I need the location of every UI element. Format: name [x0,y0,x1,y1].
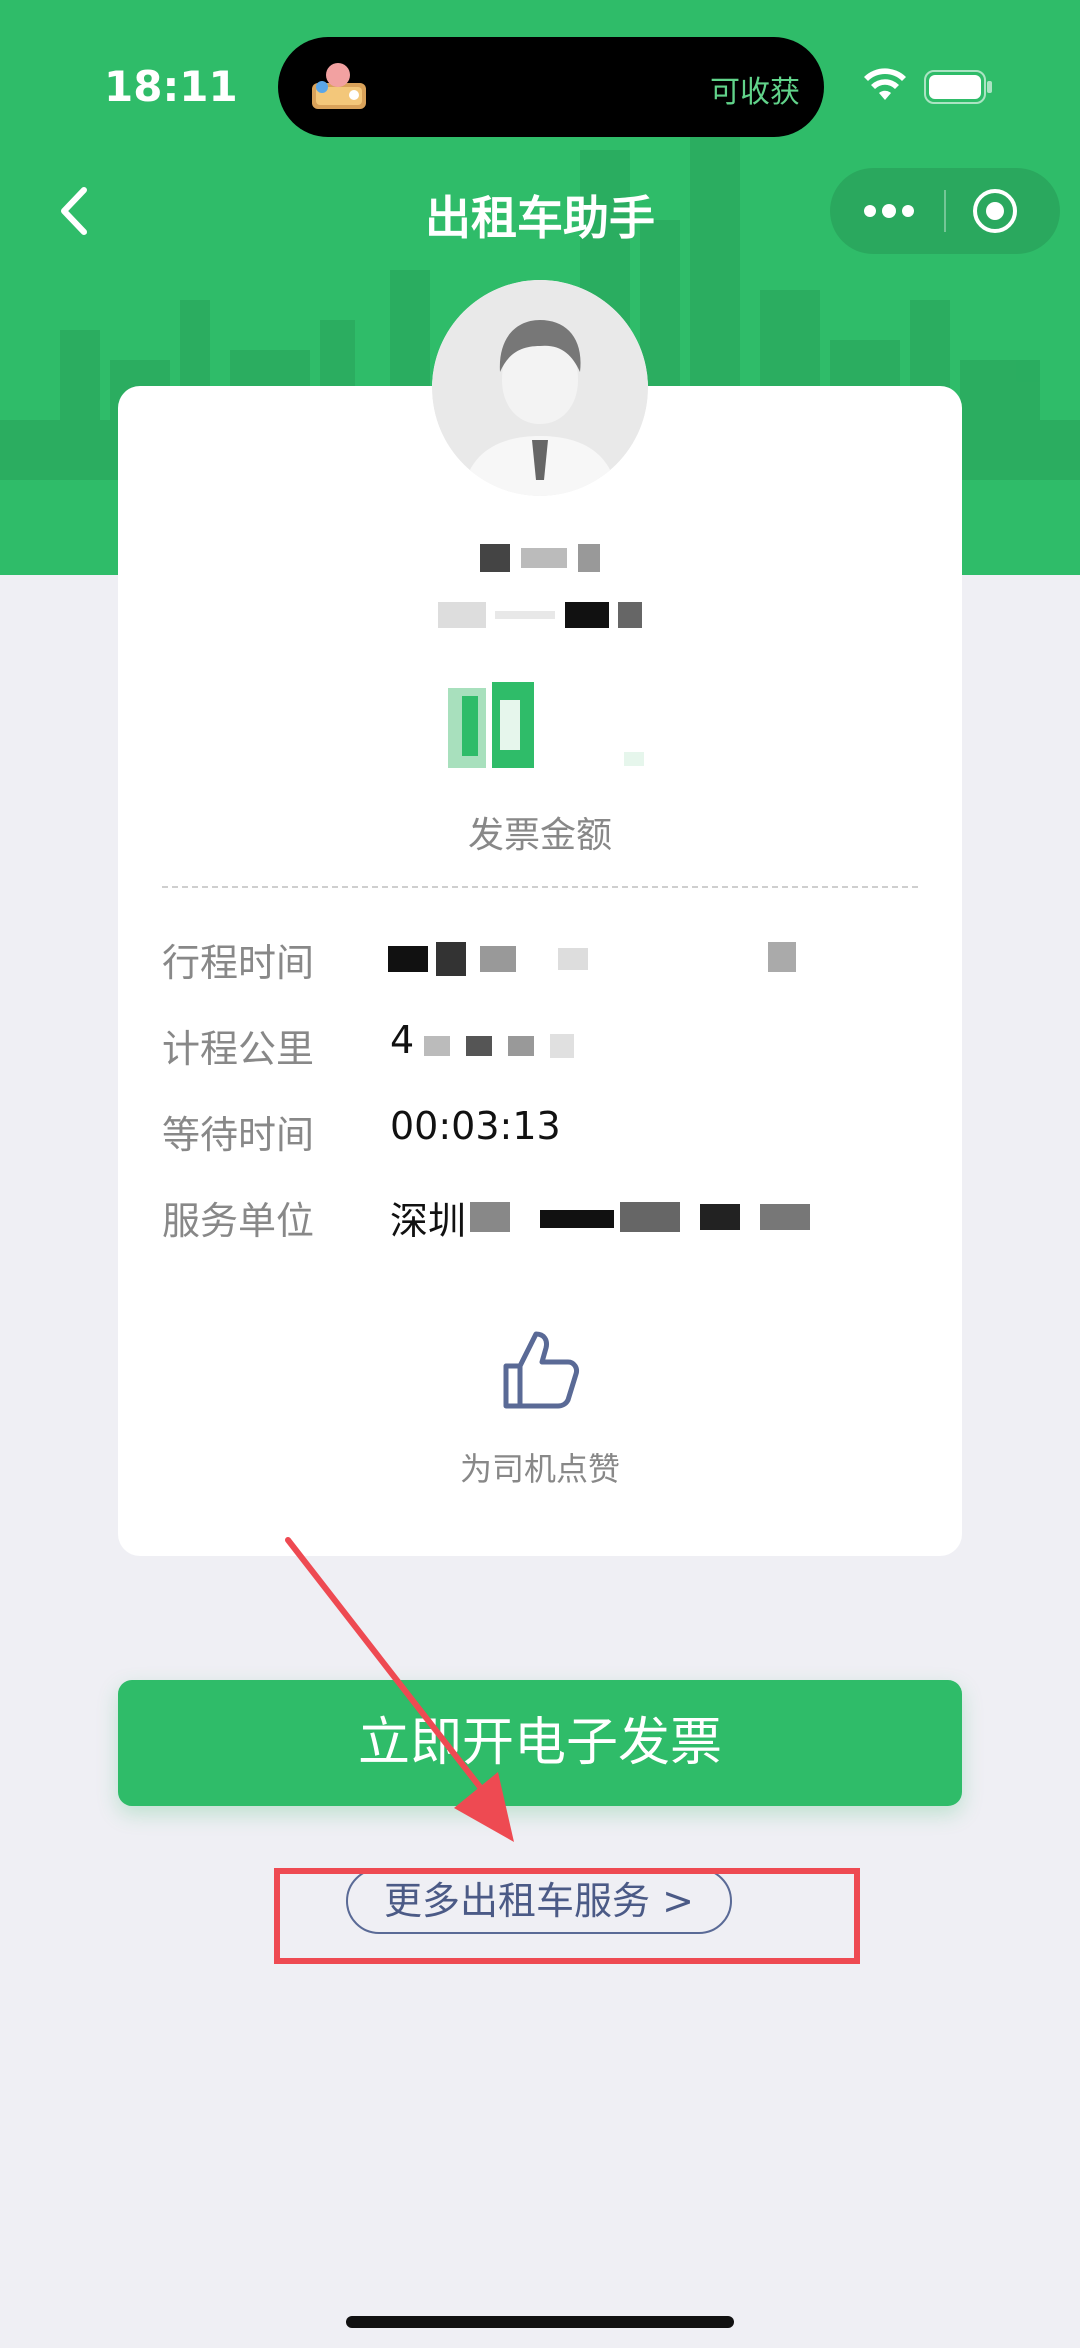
more-dots-icon[interactable] [858,188,920,234]
invoice-amount [448,682,644,768]
like-driver-label: 为司机点赞 [459,1450,620,1488]
masked-value [388,942,796,976]
info-row-wait-time: 等待时间 00:03:13 [162,1104,922,1164]
home-indicator [346,2316,734,2328]
capsule-divider [944,190,946,232]
dynamic-island: 可收获 [278,37,824,137]
highlight-box [274,1868,860,1964]
wifi-icon [864,68,906,100]
masked-value [470,1202,810,1232]
mini-program-capsule [830,168,1060,254]
info-value: 深圳 [390,1199,467,1243]
driver-company [118,596,962,631]
dashed-divider [162,886,918,888]
island-text: 可收获 [710,75,800,110]
target-icon[interactable] [970,186,1020,236]
battery-icon [924,70,992,104]
driver-name [118,536,962,576]
info-label: 行程时间 [162,941,315,985]
info-label: 等待时间 [162,1113,315,1157]
info-label: 服务单位 [162,1199,315,1243]
status-time: 18:11 [104,62,238,111]
masked-value [424,1034,574,1058]
info-row-trip-time: 行程时间 [162,932,922,992]
info-value: 4 [390,1018,415,1062]
info-row-distance: 计程公里 4 [162,1018,922,1078]
info-label: 计程公里 [162,1027,315,1071]
info-value: 00:03:13 [390,1104,561,1148]
app-icon [312,63,366,109]
trip-card: 发票金额 行程时间 计程公里 4 等待时间 00:03:13 服务单位 深圳 为… [118,386,962,1556]
driver-avatar [432,280,648,496]
issue-invoice-button[interactable]: 立即开电子发票 [118,1680,962,1806]
info-row-service-company: 服务单位 深圳 [162,1190,922,1250]
amount-label: 发票金额 [467,815,612,856]
thumbs-up-icon[interactable] [496,1326,584,1414]
